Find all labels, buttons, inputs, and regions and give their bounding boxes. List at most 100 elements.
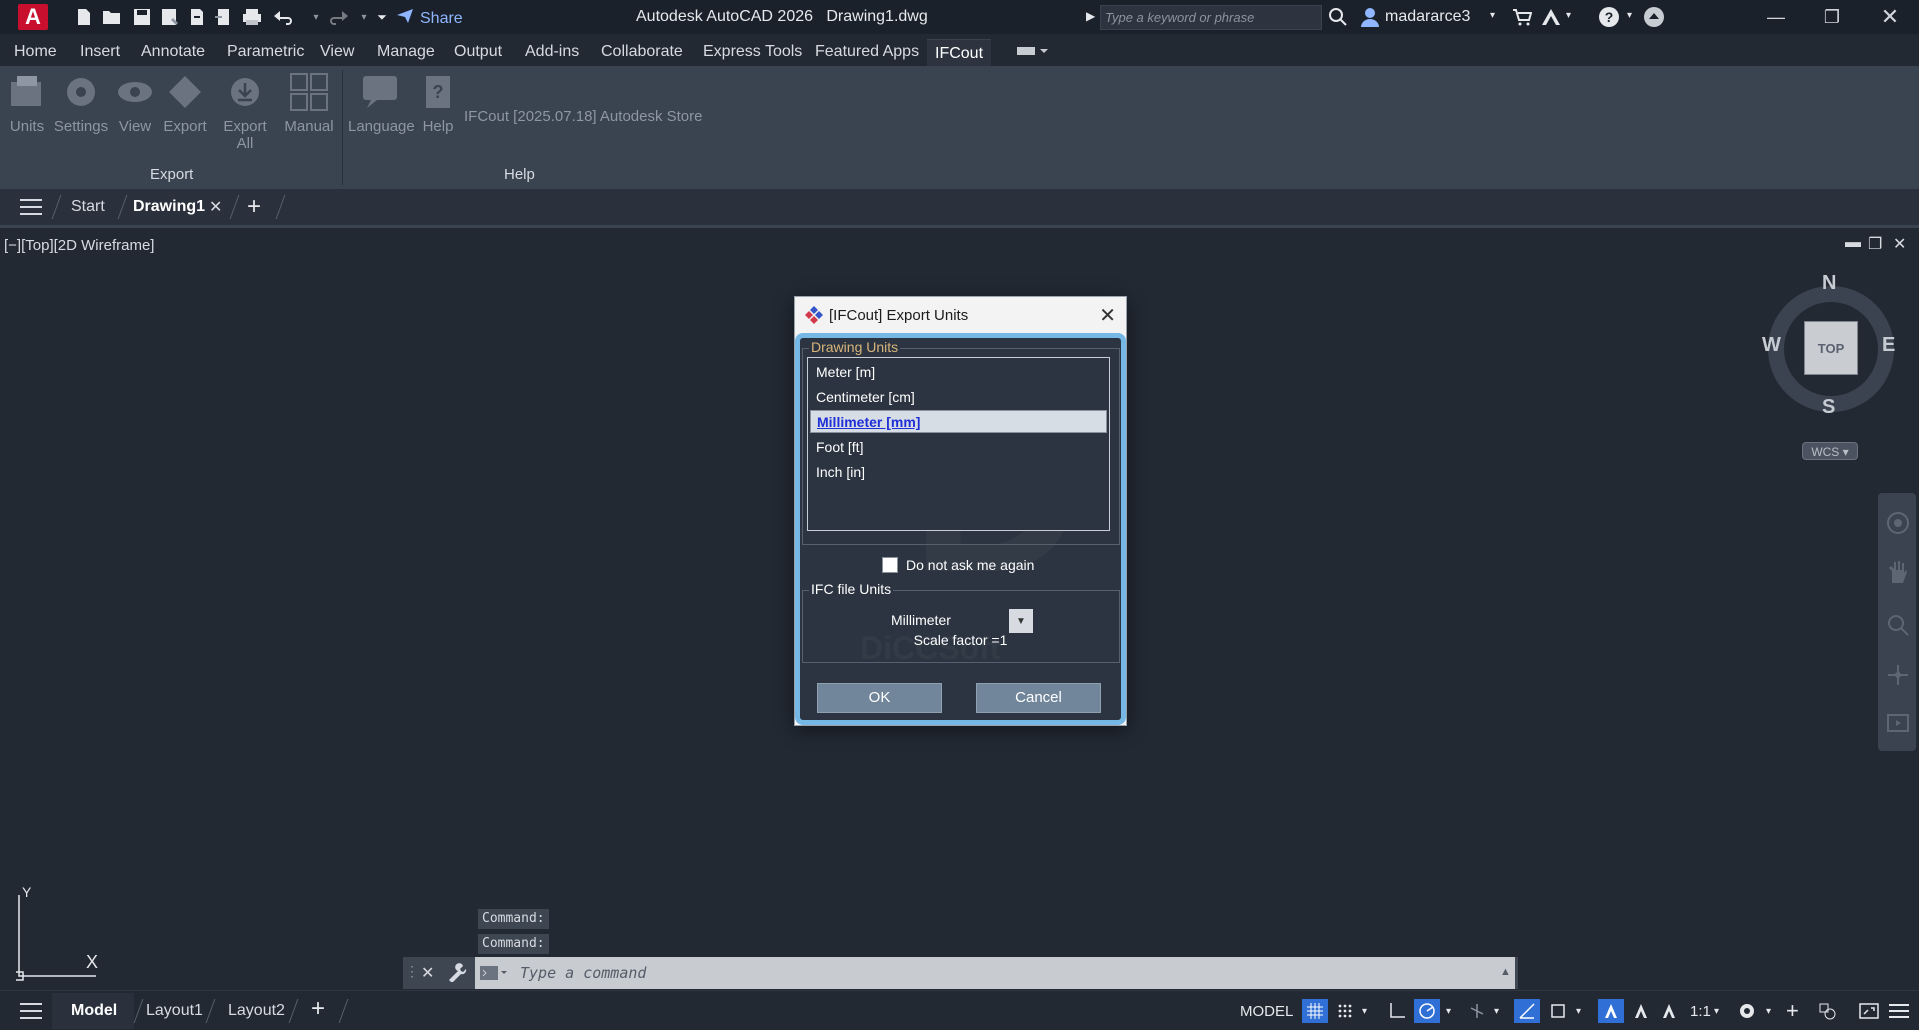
annotation-visibility-icon[interactable] xyxy=(1598,999,1624,1023)
units-button[interactable]: Units xyxy=(0,72,57,135)
wcs-menu[interactable]: WCS ▾ xyxy=(1802,442,1858,460)
tab-view[interactable]: View xyxy=(320,43,354,61)
learning-icon[interactable] xyxy=(1643,6,1665,33)
snap-dropdown-icon[interactable]: ▾ xyxy=(1362,999,1367,1023)
workspace-gear-icon[interactable] xyxy=(1736,999,1758,1023)
auto-scale-icon[interactable] xyxy=(1630,999,1652,1023)
model-space-toggle[interactable]: MODEL xyxy=(1240,999,1293,1023)
clean-screen-icon[interactable] xyxy=(1858,999,1880,1023)
save-as-icon[interactable] xyxy=(158,6,182,28)
annotation-monitor-icon[interactable]: + xyxy=(1786,998,1799,1023)
do-not-ask-checkbox[interactable] xyxy=(882,557,898,573)
help-button[interactable]: ? Help xyxy=(410,72,466,135)
object-snap-tracking-icon[interactable] xyxy=(1514,999,1540,1023)
open-icon[interactable] xyxy=(100,6,124,28)
list-item[interactable]: Foot [ft] xyxy=(816,439,863,455)
cart-icon[interactable] xyxy=(1512,8,1533,31)
settings-button[interactable]: Settings xyxy=(51,72,111,135)
tab-manage[interactable]: Manage xyxy=(377,43,435,61)
workspace-dropdown-icon[interactable]: ▾ xyxy=(1766,999,1771,1023)
undo-dropdown-icon[interactable]: ▾ xyxy=(304,6,328,28)
compass-east[interactable]: E xyxy=(1882,334,1895,357)
export-icon[interactable] xyxy=(211,6,235,28)
export-button[interactable]: Export xyxy=(155,72,215,135)
connect-dropdown-icon[interactable]: ▾ xyxy=(1566,10,1571,21)
dialog-close-icon[interactable]: ✕ xyxy=(1099,303,1116,328)
share-button[interactable]: Share xyxy=(396,8,463,29)
tab-parametric[interactable]: Parametric xyxy=(227,43,304,61)
undo-icon[interactable] xyxy=(272,6,296,28)
redo-icon[interactable] xyxy=(326,6,350,28)
viewport-maximize-icon[interactable]: ❐ xyxy=(1868,234,1882,254)
tab-model[interactable]: Model xyxy=(71,1002,117,1020)
viewport-minimize-icon[interactable]: ▬ xyxy=(1845,234,1861,252)
autocad-app-icon[interactable]: A xyxy=(18,4,48,30)
ribbon-display-toggle-icon[interactable] xyxy=(1016,44,1048,58)
tab-insert[interactable]: Insert xyxy=(80,43,120,61)
new-icon[interactable] xyxy=(72,6,96,28)
manual-button[interactable]: Manual xyxy=(279,72,339,135)
ok-button[interactable]: OK xyxy=(817,683,942,713)
help-dropdown-icon[interactable]: ▾ xyxy=(1627,10,1632,21)
viewport-controls-label[interactable]: [−][Top][2D Wireframe] xyxy=(4,237,154,254)
scale-dropdown-icon[interactable]: ▾ xyxy=(1714,999,1719,1023)
ifc-units-select[interactable]: Millimeter ▼ xyxy=(886,608,1034,633)
pan-hand-icon[interactable] xyxy=(1886,559,1910,590)
isodraft-icon[interactable] xyxy=(1466,999,1488,1023)
drawing-units-list[interactable]: Meter [m] Centimeter [cm] Millimeter [mm… xyxy=(807,357,1110,531)
restore-icon[interactable]: ❐ xyxy=(1812,4,1852,30)
annotation-scale-icon[interactable] xyxy=(1658,999,1680,1023)
isodraft-dropdown-icon[interactable]: ▾ xyxy=(1494,999,1499,1023)
compass-west[interactable]: W xyxy=(1762,334,1781,357)
command-history-up-icon[interactable]: ▲ xyxy=(1500,966,1511,978)
grid-icon[interactable] xyxy=(1302,999,1328,1023)
menu-hamburger-icon[interactable] xyxy=(20,198,42,221)
tab-drawing1[interactable]: Drawing1 xyxy=(133,198,205,216)
list-item[interactable]: Centimeter [cm] xyxy=(816,389,915,405)
dialog-title-bar[interactable]: [IFCout] Export Units ✕ xyxy=(795,297,1126,333)
polar-tracking-icon[interactable] xyxy=(1414,999,1440,1023)
list-item[interactable]: Meter [m] xyxy=(816,364,875,380)
publish-icon[interactable] xyxy=(185,6,209,28)
search-expand-icon[interactable]: ▶ xyxy=(1086,9,1095,23)
ortho-icon[interactable] xyxy=(1386,999,1408,1023)
ifcout-store-link[interactable]: IFCout [2025.07.18] Autodesk Store xyxy=(464,108,703,125)
close-tab-icon[interactable]: ✕ xyxy=(209,197,222,217)
isolate-objects-icon[interactable] xyxy=(1816,999,1838,1023)
close-command-icon[interactable]: ✕ xyxy=(421,963,434,983)
object-snap-icon[interactable] xyxy=(1546,999,1570,1023)
list-item-selected[interactable]: Millimeter [mm] xyxy=(810,410,1107,433)
tab-start[interactable]: Start xyxy=(71,198,105,216)
tab-express-tools[interactable]: Express Tools xyxy=(703,43,802,61)
close-icon[interactable]: ✕ xyxy=(1870,4,1910,30)
drag-handle-icon[interactable]: ⋮ xyxy=(405,963,419,980)
tab-layout2[interactable]: Layout2 xyxy=(228,1002,285,1020)
user-icon[interactable] xyxy=(1360,7,1380,32)
list-item[interactable]: Inch [in] xyxy=(816,464,865,480)
zoom-extents-icon[interactable] xyxy=(1886,613,1910,642)
viewport-close-icon[interactable]: ✕ xyxy=(1893,234,1906,254)
cancel-button[interactable]: Cancel xyxy=(976,683,1101,713)
annotation-scale-value[interactable]: 1:1 xyxy=(1690,999,1711,1023)
search-input[interactable]: Type a keyword or phrase xyxy=(1100,5,1322,30)
help-icon[interactable]: ? xyxy=(1598,6,1620,33)
tab-layout1[interactable]: Layout1 xyxy=(146,1002,203,1020)
autodesk-connect-icon[interactable] xyxy=(1540,7,1562,32)
snap-icon[interactable] xyxy=(1336,999,1354,1023)
tab-output[interactable]: Output xyxy=(454,43,502,61)
new-tab-icon[interactable]: + xyxy=(247,193,261,221)
steering-wheel-icon[interactable] xyxy=(1886,511,1910,540)
polar-dropdown-icon[interactable]: ▾ xyxy=(1446,999,1451,1023)
compass-south[interactable]: S xyxy=(1822,396,1835,419)
command-prompt-icon[interactable] xyxy=(479,965,509,986)
tab-collaborate[interactable]: Collaborate xyxy=(601,43,683,61)
osnap-dropdown-icon[interactable]: ▾ xyxy=(1576,999,1581,1023)
compass-north[interactable]: N xyxy=(1822,272,1836,295)
export-all-button[interactable]: Export All xyxy=(215,72,275,152)
tab-home[interactable]: Home xyxy=(14,43,57,61)
showmotion-icon[interactable] xyxy=(1886,711,1910,740)
search-icon[interactable] xyxy=(1328,7,1348,32)
save-icon[interactable] xyxy=(130,6,154,28)
layout-menu-icon[interactable] xyxy=(20,1002,42,1025)
tab-add-ins[interactable]: Add-ins xyxy=(525,43,579,61)
